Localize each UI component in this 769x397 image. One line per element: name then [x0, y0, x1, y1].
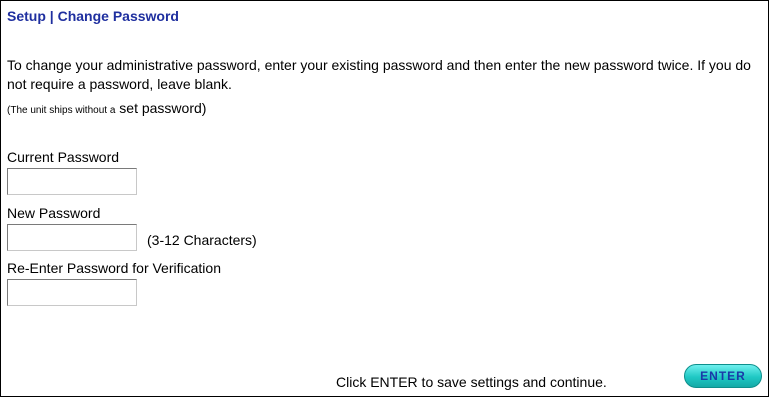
save-instruction: Click ENTER to save settings and continu… [336, 374, 607, 390]
shipping-note: (The unit ships without a set password) [7, 99, 206, 120]
enter-button[interactable]: ENTER [684, 364, 762, 388]
current-password-input[interactable] [7, 168, 137, 195]
page-title: Setup | Change Password [7, 8, 179, 24]
reenter-password-input[interactable] [7, 279, 137, 306]
enter-button-label: ENTER [700, 369, 746, 383]
current-password-label: Current Password [7, 149, 120, 165]
new-password-input[interactable] [7, 224, 137, 251]
new-password-label: New Password [7, 205, 101, 221]
intro-text: To change your administrative password, … [7, 57, 751, 92]
shipping-note-prefix: (The unit ships without a [7, 105, 116, 116]
reenter-password-label: Re-Enter Password for Verification [7, 260, 221, 276]
new-password-hint: (3-12 Characters) [147, 232, 257, 248]
shipping-note-suffix: set password) [119, 100, 207, 116]
content-frame: Setup | Change Password To change your a… [0, 0, 769, 397]
